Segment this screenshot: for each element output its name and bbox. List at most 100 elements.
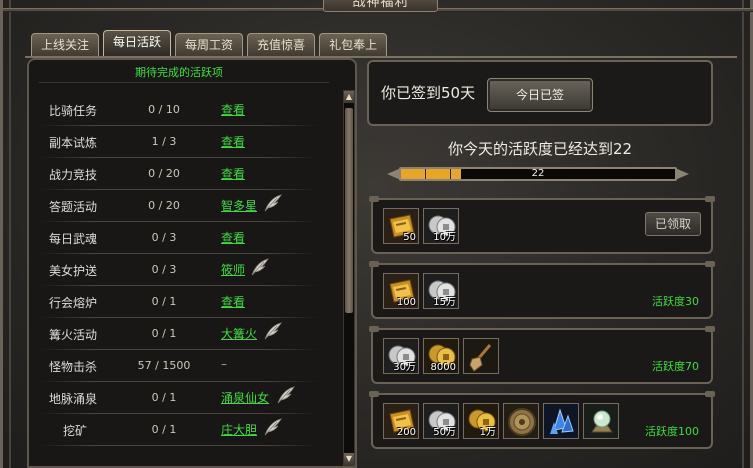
- task-action-link[interactable]: 查看: [221, 293, 245, 310]
- task-row: 挖矿 0 / 1 庄大胆: [29, 414, 341, 446]
- item-count: 50万: [433, 427, 456, 438]
- silver-coin-icon[interactable]: 10万: [423, 208, 459, 244]
- task-scrollbar[interactable]: ▲ ▼: [343, 90, 355, 466]
- task-row: 战力竞技 0 / 20 查看: [29, 158, 341, 190]
- feather-icon[interactable]: [262, 192, 284, 214]
- silver-coin-icon[interactable]: 50万: [423, 403, 459, 439]
- task-action-link[interactable]: 查看: [221, 165, 245, 182]
- task-progress: 1 / 3: [151, 135, 177, 148]
- task-row: 副本试炼 1 / 3 查看: [29, 126, 341, 158]
- task-panel: 期待完成的活跃项 比骑任务 0 / 10 查看 副本试炼 1 / 3 查看 战力竞技 0 / …: [27, 58, 357, 468]
- reward-tier: 30万 8000 活跃度70: [369, 326, 715, 384]
- task-row: 比骑任务 0 / 10 查看: [29, 94, 341, 126]
- item-count: 15万: [433, 297, 456, 308]
- tab-2[interactable]: 每日活跃: [103, 30, 172, 56]
- row-divider: [39, 445, 319, 446]
- scroll-up-button[interactable]: ▲: [344, 91, 354, 103]
- task-row: 怪物击杀 57 / 1500 –: [29, 350, 341, 382]
- welfare-window: 战神福利 上线关注 每日活跃 每周工资 充值惊喜 礼包奉上 期待完成的活跃项 比骑任务 0…: [0, 0, 753, 468]
- item-count: 30万: [393, 362, 416, 373]
- task-progress: 0 / 10: [148, 103, 180, 116]
- task-row: 行会熔炉 0 / 1 查看: [29, 286, 341, 318]
- task-action-link[interactable]: 庄大胆: [221, 421, 257, 438]
- task-action-link[interactable]: 查看: [221, 101, 245, 118]
- silver-coin-icon[interactable]: 30万: [383, 338, 419, 374]
- gold-ingot-icon[interactable]: 50: [383, 208, 419, 244]
- reward-tier: 100 15万 活跃度30: [369, 261, 715, 319]
- signed-today-button[interactable]: 今日已签: [487, 78, 593, 112]
- feather-icon[interactable]: [249, 256, 271, 278]
- task-name: 美女护送: [49, 264, 98, 278]
- gold-ingot-icon[interactable]: 200: [383, 403, 419, 439]
- feather-icon[interactable]: [262, 320, 284, 342]
- task-progress: 0 / 3: [151, 231, 177, 244]
- task-name: 篝火活动: [49, 328, 98, 342]
- feather-icon[interactable]: [275, 384, 297, 406]
- task-name: 战力竞技: [49, 168, 98, 182]
- task-action-link[interactable]: 筱师: [221, 261, 245, 278]
- tab-1[interactable]: 上线关注: [31, 33, 100, 57]
- reward-tier: 50 10万 已领取: [369, 196, 715, 254]
- activity-requirement: 活跃度70: [652, 360, 699, 373]
- task-panel-header-divider: [39, 82, 329, 83]
- task-row: 篝火活动 0 / 1 大篝火: [29, 318, 341, 350]
- silver-coin-icon[interactable]: 15万: [423, 273, 459, 309]
- task-name: 行会熔炉: [49, 296, 98, 310]
- gold-coin-icon[interactable]: 1万: [463, 403, 499, 439]
- gold-coin-icon[interactable]: 8000: [423, 338, 459, 374]
- activity-requirement: 活跃度30: [652, 295, 699, 308]
- scroll-thumb[interactable]: [345, 108, 353, 313]
- task-row: 每日武魂 0 / 3 查看: [29, 222, 341, 254]
- signin-days-text: 你已签到50天: [381, 84, 476, 102]
- bronze-medal-icon[interactable]: [503, 403, 539, 439]
- scroll-down-button[interactable]: ▼: [344, 453, 354, 465]
- gold-ingot-icon[interactable]: 100: [383, 273, 419, 309]
- tab-bar: 上线关注 每日活跃 每周工资 充值惊喜 礼包奉上: [31, 30, 391, 57]
- progress-track: 22: [399, 167, 677, 181]
- task-progress: 57 / 1500: [137, 359, 191, 372]
- task-name: 怪物击杀: [49, 360, 98, 374]
- task-progress: 0 / 1: [151, 391, 177, 404]
- item-count: 100: [396, 297, 416, 308]
- activity-requirement: 活跃度100: [645, 425, 699, 438]
- blue-crystal-icon[interactable]: [543, 403, 579, 439]
- feather-icon[interactable]: [262, 416, 284, 438]
- item-count: 50: [403, 232, 416, 243]
- task-action-link[interactable]: 查看: [221, 229, 245, 246]
- reward-items: 30万 8000: [383, 338, 503, 374]
- task-action-link[interactable]: 大篝火: [221, 325, 257, 342]
- jade-orb-icon[interactable]: [583, 403, 619, 439]
- tab-5[interactable]: 礼包奉上: [319, 33, 388, 57]
- task-no-action: –: [221, 357, 227, 371]
- task-name: 答题活动: [49, 200, 98, 214]
- tab-4[interactable]: 充值惊喜: [247, 33, 316, 57]
- item-count: 200: [396, 427, 416, 438]
- task-row: 美女护送 0 / 3 筱师: [29, 254, 341, 286]
- signin-panel: 你已签到50天 今日已签: [367, 60, 713, 126]
- progress-right-cap: [675, 168, 689, 180]
- reward-items: 50 10万: [383, 208, 463, 244]
- task-name: 每日武魂: [49, 232, 98, 246]
- task-panel-header: 期待完成的活跃项: [135, 66, 223, 79]
- task-progress: 0 / 1: [151, 423, 177, 436]
- task-action-link[interactable]: 涌泉仙女: [221, 389, 269, 406]
- task-progress: 0 / 20: [148, 167, 180, 180]
- reward-items: 100 15万: [383, 273, 463, 309]
- task-row: 地脉涌泉 0 / 1 涌泉仙女: [29, 382, 341, 414]
- task-progress: 0 / 1: [151, 295, 177, 308]
- task-progress: 0 / 20: [148, 199, 180, 212]
- item-count: 1万: [479, 427, 496, 438]
- task-action-link[interactable]: 智多星: [221, 197, 257, 214]
- item-count: 8000: [430, 362, 456, 373]
- item-count: 10万: [433, 232, 456, 243]
- shovel-icon[interactable]: [463, 338, 499, 374]
- task-action-link[interactable]: 查看: [221, 133, 245, 150]
- task-row: 答题活动 0 / 20 智多星: [29, 190, 341, 222]
- task-progress: 0 / 1: [151, 327, 177, 340]
- task-name: 地脉涌泉: [49, 392, 98, 406]
- reward-tier: 200 50万 1万 活跃度100: [369, 391, 715, 449]
- claimed-button[interactable]: 已领取: [645, 212, 701, 236]
- reward-items: 200 50万 1万: [383, 403, 623, 439]
- tab-3[interactable]: 每周工资: [175, 33, 244, 57]
- progress-label: 22: [531, 168, 545, 179]
